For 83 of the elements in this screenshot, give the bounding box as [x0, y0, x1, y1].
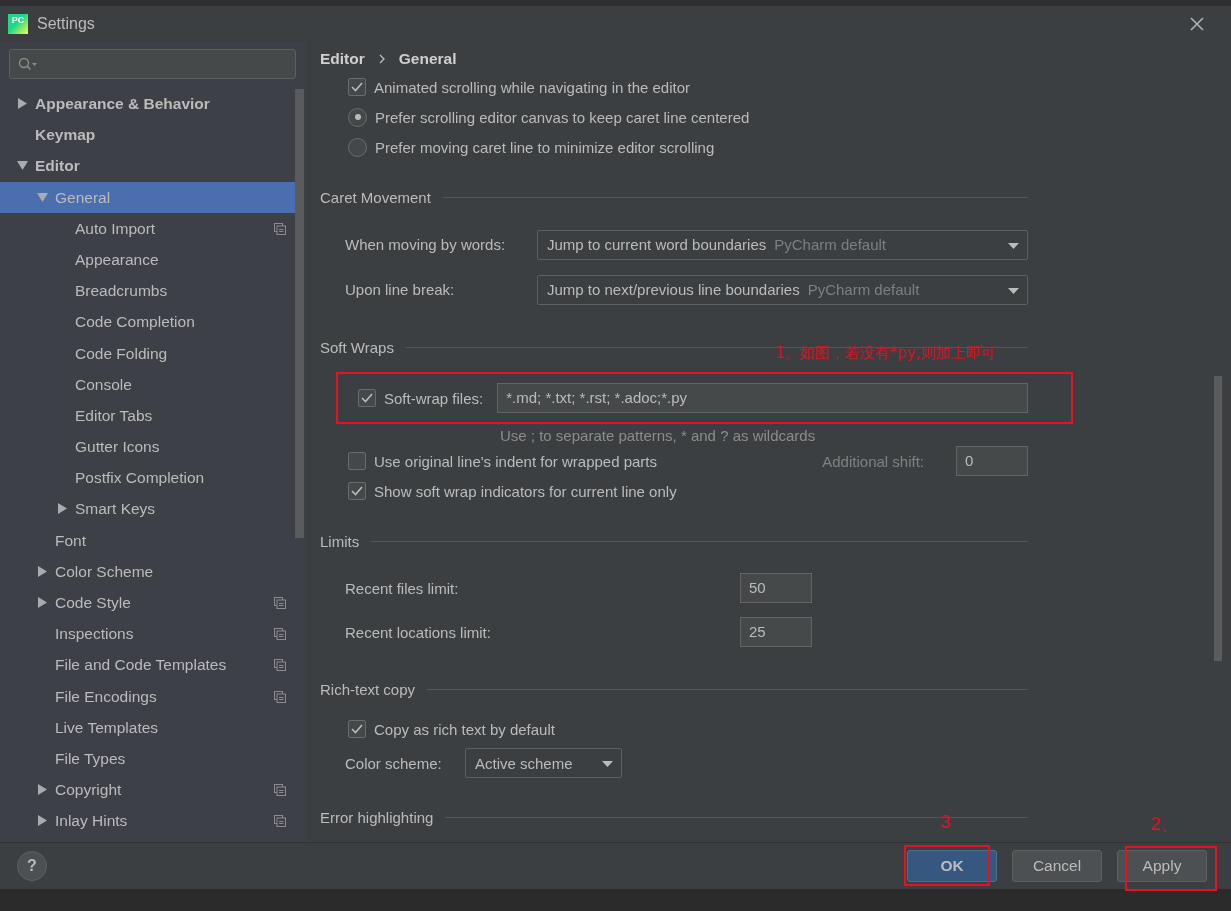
- window-title: Settings: [37, 15, 95, 33]
- field-label: Color scheme:: [345, 754, 443, 772]
- app-logo: PC: [8, 14, 28, 34]
- dropdown[interactable]: Jump to next/previous line boundaries PyCharm default: [537, 274, 1028, 305]
- checkbox[interactable]: [348, 78, 366, 96]
- dialog-button[interactable]: OK: [907, 850, 997, 882]
- caret-icon: [1008, 242, 1019, 249]
- tree-item[interactable]: Code Completion: [0, 306, 295, 338]
- caret-icon: [1008, 287, 1019, 294]
- checkbox-label[interactable]: Use original line's indent for wrapped parts: [374, 452, 657, 470]
- tree-item[interactable]: Editor: [0, 150, 295, 182]
- tree-item[interactable]: Console: [0, 368, 295, 400]
- collapsed-arrow-icon[interactable]: [17, 98, 28, 109]
- scrollbar-thumb[interactable]: [1214, 376, 1222, 661]
- tree-item[interactable]: Editor Tabs: [0, 399, 295, 432]
- checkbox-label[interactable]: Soft-wrap files:: [384, 389, 484, 407]
- tree-item[interactable]: Postfix Completion: [0, 462, 295, 494]
- checkbox[interactable]: [348, 482, 366, 500]
- checkbox[interactable]: [348, 452, 366, 470]
- collapsed-arrow-icon[interactable]: [37, 597, 48, 608]
- breadcrumb-item: General: [398, 50, 457, 68]
- breadcrumb-item[interactable]: Editor: [320, 50, 365, 68]
- tree-item[interactable]: Copyright: [0, 774, 295, 806]
- field-label: Upon line break:: [345, 281, 456, 298]
- annotation-step: 2、: [1151, 812, 1179, 836]
- shift-field[interactable]: 0: [956, 446, 1028, 476]
- section-title: Rich-text copy: [320, 680, 416, 698]
- close-icon[interactable]: [1190, 17, 1204, 31]
- tree-item[interactable]: File Encodings: [0, 680, 295, 712]
- checkbox-label[interactable]: Show soft wrap indicators for current line only: [374, 482, 677, 500]
- section-title: Limits: [320, 532, 360, 550]
- tree-item[interactable]: Color Scheme: [0, 555, 295, 587]
- tree-item[interactable]: Code Folding: [0, 337, 295, 369]
- expanded-arrow-icon[interactable]: [17, 160, 28, 172]
- tree-item[interactable]: Code Style: [0, 587, 295, 619]
- search-field[interactable]: [9, 49, 296, 79]
- caret-icon: [602, 761, 613, 767]
- search-icon: [18, 57, 38, 71]
- section-title: Caret Movement: [320, 188, 431, 206]
- checkbox[interactable]: [358, 389, 376, 407]
- tree-item[interactable]: File and Code Templates: [0, 649, 295, 681]
- radio-label[interactable]: Prefer scrolling editor canvas to keep caret line centered: [375, 108, 750, 126]
- chevron-icon: [377, 54, 386, 64]
- number-field[interactable]: 50: [740, 573, 812, 603]
- tree-item[interactable]: Gutter Icons: [0, 431, 295, 463]
- field-label: Recent files limit:: [345, 579, 460, 597]
- help-button[interactable]: ?: [17, 851, 47, 881]
- tree-item[interactable]: File Types: [0, 742, 295, 775]
- dropdown[interactable]: Active scheme: [465, 748, 622, 778]
- tree-item[interactable]: Font: [0, 524, 295, 556]
- number-field[interactable]: 25: [740, 617, 812, 647]
- field-label: Additional shift:: [822, 452, 924, 470]
- annotation-step: 3: [941, 812, 951, 833]
- dropdown[interactable]: Jump to current word boundaries PyCharm default: [537, 229, 1028, 260]
- collapsed-arrow-icon[interactable]: [37, 565, 48, 577]
- collapsed-arrow-icon[interactable]: [37, 784, 48, 796]
- radio-button[interactable]: [348, 137, 367, 157]
- scrollbar-thumb[interactable]: [295, 89, 304, 538]
- tree-item[interactable]: Auto Import: [0, 212, 295, 244]
- patterns-field[interactable]: *.md; *.txt; *.rst; *.adoc;*.py: [497, 383, 1029, 413]
- annotation-note: 1、如图，若没有*py,则加上即可: [775, 344, 996, 363]
- checkbox-label[interactable]: Copy as rich text by default: [374, 720, 555, 738]
- tree-item[interactable]: Inspections: [0, 618, 295, 650]
- field-label: When moving by words:: [345, 236, 507, 253]
- tree-item[interactable]: Appearance & Behavior: [0, 88, 295, 120]
- tree-item[interactable]: Keymap: [0, 119, 295, 151]
- radio-button[interactable]: [348, 107, 367, 127]
- field-label: Recent locations limit:: [345, 623, 492, 641]
- tree-item[interactable]: Inlay Hints: [0, 805, 295, 837]
- tree-item[interactable]: Breadcrumbs: [0, 275, 295, 307]
- section-title: Error highlighting: [320, 808, 434, 826]
- dialog-button[interactable]: Cancel: [1012, 850, 1102, 882]
- radio-label[interactable]: Prefer moving caret line to minimize editor scrolling: [375, 138, 715, 156]
- collapsed-arrow-icon[interactable]: [57, 503, 68, 515]
- tree-item[interactable]: Live Templates: [0, 711, 295, 743]
- collapsed-arrow-icon[interactable]: [37, 815, 48, 827]
- checkbox-label[interactable]: Animated scrolling while navigating in the editor: [374, 78, 690, 96]
- section-title: Soft Wraps: [320, 338, 394, 356]
- checkbox[interactable]: [348, 720, 366, 738]
- help-text: Use ; to separate patterns, * and ? as wildcards: [500, 426, 816, 444]
- dialog-button[interactable]: Apply: [1117, 850, 1207, 882]
- tree-item[interactable]: Smart Keys: [0, 493, 295, 525]
- tree-item[interactable]: Appearance: [0, 243, 295, 276]
